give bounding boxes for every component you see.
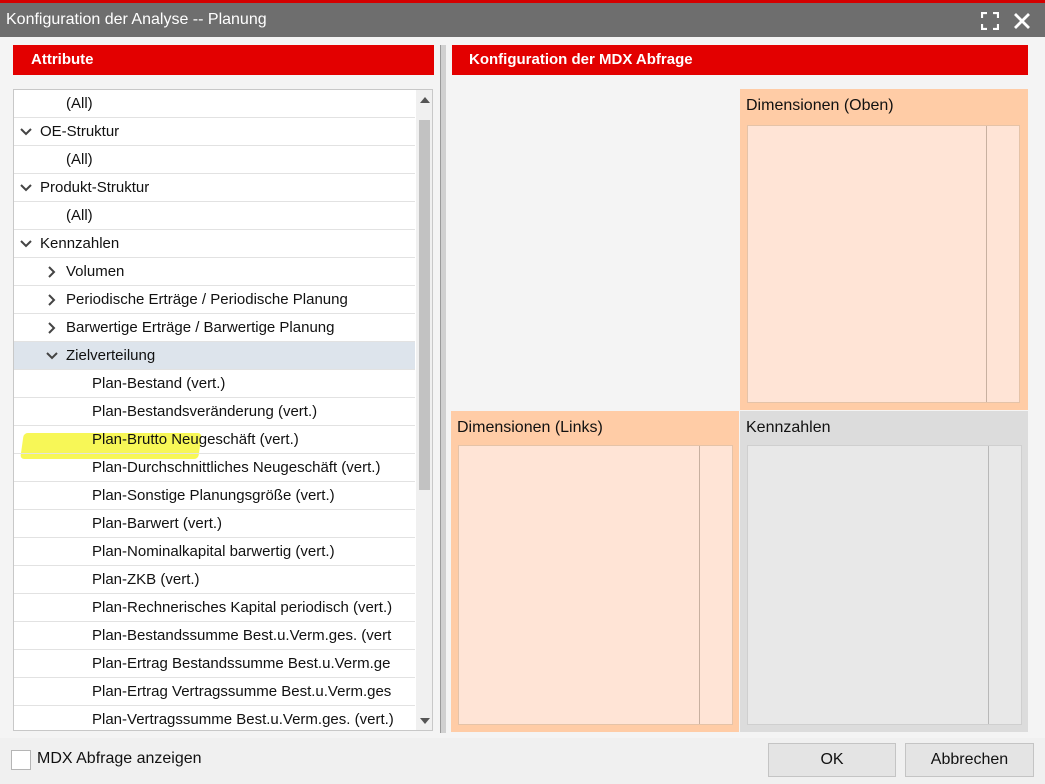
analysis-config-dialog: Konfiguration der Analyse -- Planung Att… <box>0 0 1045 784</box>
ok-button[interactable]: OK <box>768 743 896 777</box>
tree-item-label: Volumen <box>66 263 125 280</box>
chevron-right-icon[interactable] <box>44 258 60 285</box>
tree-leaf-item[interactable]: Plan-Barwert (vert.) <box>14 510 415 538</box>
tree-leaf-item[interactable]: Plan-Nominalkapital barwertig (vert.) <box>14 538 415 566</box>
tree-item-label: Plan-Sonstige Planungsgröße (vert.) <box>92 487 335 504</box>
tree-item-label: Plan-Bestandsveränderung (vert.) <box>92 403 318 420</box>
cancel-button[interactable]: Abbrechen <box>905 743 1034 777</box>
tree-node-item[interactable]: Produkt-Struktur <box>14 174 415 202</box>
tree-leaf-item[interactable]: Plan-Ertrag Bestandssumme Best.u.Verm.ge <box>14 650 415 678</box>
tree-leaf-item[interactable]: Plan-Durchschnittliches Neugeschäft (ver… <box>14 454 415 482</box>
dimensions-top-drop-area[interactable] <box>747 125 1020 403</box>
tree-item-label: Plan-ZKB (vert.) <box>92 571 200 588</box>
tree-node-item[interactable]: OE-Struktur <box>14 118 415 146</box>
attribute-tree[interactable]: (All) OE-Struktur (All) Produkt-Struktur (Al… <box>13 89 433 731</box>
tree-item-label: Plan-Nominalkapital barwertig (vert.) <box>92 543 335 560</box>
dimensions-left-drop-area[interactable] <box>458 445 733 725</box>
tree-item-label: (All) <box>66 151 93 168</box>
tree-leaf-item[interactable]: (All) <box>14 146 415 174</box>
chevron-down-icon[interactable] <box>18 118 34 145</box>
tree-node-item[interactable]: Kennzahlen <box>14 230 415 258</box>
tree-leaf-item[interactable]: Plan-Bestandssumme Best.u.Verm.ges. (ver… <box>14 622 415 650</box>
tree-leaf-item[interactable]: Plan-Vertragssumme Best.u.Verm.ges. (ver… <box>14 706 415 730</box>
column-divider <box>988 446 989 724</box>
attribute-tree-list: (All) OE-Struktur (All) Produkt-Struktur (Al… <box>14 90 415 730</box>
tree-leaf-item[interactable]: Plan-Sonstige Planungsgröße (vert.) <box>14 482 415 510</box>
measures-title: Kennzahlen <box>746 419 831 436</box>
dimensions-left-zone: Dimensionen (Links) <box>451 411 739 732</box>
tree-item-label: Plan-Barwert (vert.) <box>92 515 223 532</box>
tree-item-label: Plan-Rechnerisches Kapital periodisch (v… <box>92 599 393 616</box>
dimensions-top-zone: Dimensionen (Oben) <box>740 89 1028 410</box>
tree-item-label: (All) <box>66 95 93 112</box>
dialog-footer: MDX Abfrage anzeigen OK Abbrechen <box>0 738 1045 784</box>
title-bar: Konfiguration der Analyse -- Planung <box>0 0 1045 37</box>
dimensions-top-title: Dimensionen (Oben) <box>746 97 894 114</box>
tree-item-label: Kennzahlen <box>40 235 120 252</box>
tree-item-label: Plan-Ertrag Bestandssumme Best.u.Verm.ge <box>92 655 391 672</box>
chevron-down-icon[interactable] <box>18 230 34 257</box>
scroll-down-icon <box>419 717 430 724</box>
tree-node-item[interactable]: Periodische Erträge / Periodische Planun… <box>14 286 415 314</box>
tree-node-item[interactable]: Zielverteilung <box>14 342 415 370</box>
tree-item-label: (All) <box>66 207 93 224</box>
tree-item-label: Plan-Durchschnittliches Neugeschäft (ver… <box>92 459 381 476</box>
mdx-panel-header: Konfiguration der MDX Abfrage <box>452 45 1028 75</box>
column-divider <box>699 446 700 724</box>
tree-leaf-item[interactable]: Plan-Ertrag Vertragssumme Best.u.Verm.ge… <box>14 678 415 706</box>
panel-splitter[interactable] <box>440 45 446 733</box>
tree-item-label: Plan-Bestandssumme Best.u.Verm.ges. (ver… <box>92 627 392 644</box>
tree-leaf-item[interactable]: Plan-ZKB (vert.) <box>14 566 415 594</box>
chevron-down-icon[interactable] <box>44 342 60 369</box>
tree-node-item[interactable]: Volumen <box>14 258 415 286</box>
tree-item-label: Plan-Ertrag Vertragssumme Best.u.Verm.ge… <box>92 683 392 700</box>
tree-leaf-item[interactable]: Plan-Rechnerisches Kapital periodisch (v… <box>14 594 415 622</box>
measures-zone: Kennzahlen <box>740 411 1028 732</box>
chevron-down-icon[interactable] <box>18 174 34 201</box>
scroll-up-button[interactable] <box>416 90 432 108</box>
window-title: Konfiguration der Analyse -- Planung <box>6 11 267 28</box>
tree-item-label: Plan-Brutto Neugeschäft (vert.) <box>92 431 299 448</box>
measures-drop-area[interactable] <box>747 445 1022 725</box>
tree-leaf-item[interactable]: Plan-Brutto Neugeschäft (vert.) <box>14 426 415 454</box>
tree-item-label: Plan-Bestand (vert.) <box>92 375 226 392</box>
tree-item-label: Produkt-Struktur <box>40 179 150 196</box>
tree-item-label: Plan-Vertragssumme Best.u.Verm.ges. (ver… <box>92 711 394 728</box>
tree-item-label: Zielverteilung <box>66 347 156 364</box>
mdx-config-area: Dimensionen (Oben) Dimensionen (Links) K… <box>451 89 1028 732</box>
close-icon <box>1014 13 1030 29</box>
tree-leaf-item[interactable]: Plan-Bestand (vert.) <box>14 370 415 398</box>
tree-scrollbar[interactable] <box>416 90 432 730</box>
tree-node-item[interactable]: Barwertige Erträge / Barwertige Planung <box>14 314 415 342</box>
close-button[interactable] <box>1010 9 1034 33</box>
dimensions-left-title: Dimensionen (Links) <box>457 419 603 436</box>
chevron-right-icon[interactable] <box>44 286 60 313</box>
maximize-button[interactable] <box>978 9 1002 33</box>
tree-item-label: Barwertige Erträge / Barwertige Planung <box>66 319 335 336</box>
maximize-icon <box>981 12 999 30</box>
tree-leaf-item[interactable]: (All) <box>14 90 415 118</box>
scroll-down-button[interactable] <box>416 712 432 730</box>
column-divider <box>986 126 987 402</box>
tree-leaf-item[interactable]: (All) <box>14 202 415 230</box>
tree-leaf-item[interactable]: Plan-Bestandsveränderung (vert.) <box>14 398 415 426</box>
show-mdx-checkbox[interactable] <box>11 750 31 770</box>
tree-item-label: Periodische Erträge / Periodische Planun… <box>66 291 348 308</box>
show-mdx-label[interactable]: MDX Abfrage anzeigen <box>37 750 202 768</box>
tree-item-label: OE-Struktur <box>40 123 120 140</box>
attributes-panel-header: Attribute <box>13 45 434 75</box>
chevron-right-icon[interactable] <box>44 314 60 341</box>
scroll-up-icon <box>419 96 430 103</box>
scroll-thumb[interactable] <box>419 120 430 490</box>
